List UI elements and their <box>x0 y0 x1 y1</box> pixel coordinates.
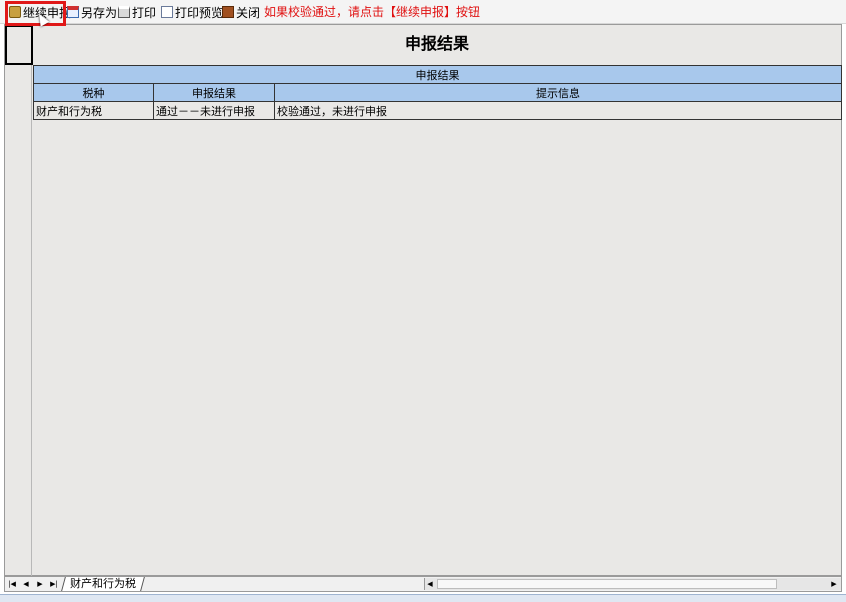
save-as-button[interactable]: 另存为 <box>67 4 117 20</box>
toolbar: 继续申报 另存为 打印 打印预览 关闭 如果校验通过，请点击【继续申报】按钮 <box>0 0 846 24</box>
close-door-icon <box>222 6 234 18</box>
prev-sheet-icon[interactable]: ◀ <box>20 578 32 590</box>
scrollbar-thumb[interactable] <box>437 579 777 589</box>
close-label: 关闭 <box>236 5 261 20</box>
column-header-tax-type: 税种 <box>33 83 154 102</box>
row-header-column <box>4 24 32 576</box>
toolbar-hint-text: 如果校验通过，请点击【继续申报】按钮 <box>264 5 481 19</box>
next-sheet-icon[interactable]: ▶ <box>34 578 46 590</box>
select-all-corner[interactable] <box>5 25 33 65</box>
save-as-label: 另存为 <box>81 5 118 20</box>
scroll-right-icon[interactable]: ▶ <box>828 578 840 590</box>
status-strip <box>0 594 846 602</box>
column-header-result: 申报结果 <box>153 83 275 102</box>
printer-icon <box>118 6 130 18</box>
sheet-tab-property-tax[interactable]: 财产和行为税 <box>61 577 145 591</box>
print-button[interactable]: 打印 <box>118 4 156 20</box>
group-header-cell: 申报结果 <box>32 65 843 84</box>
print-preview-button[interactable]: 打印预览 <box>161 4 223 20</box>
scroll-left-icon[interactable]: ◀ <box>424 578 436 590</box>
print-preview-label: 打印预览 <box>175 5 224 20</box>
report-title: 申报结果 <box>404 34 469 53</box>
last-sheet-icon[interactable]: ▶| <box>48 578 60 590</box>
save-as-icon <box>67 6 79 18</box>
first-sheet-icon[interactable]: |◀ <box>6 578 18 590</box>
table-row: 财产和行为税 通过－－未进行申报 校验通过，未进行申报 <box>33 101 843 120</box>
cell-message[interactable]: 校验通过，未进行申报 <box>273 101 843 120</box>
result-table: 申报结果 税种 申报结果 提示信息 财产和行为税 通过－－未进行申报 校验通过，… <box>32 65 843 120</box>
column-header-message: 提示信息 <box>273 83 843 102</box>
cell-tax-type[interactable]: 财产和行为税 <box>33 101 154 120</box>
close-button[interactable]: 关闭 <box>222 4 260 20</box>
print-label: 打印 <box>132 5 157 20</box>
highlight-box <box>5 1 66 26</box>
print-preview-icon <box>161 6 173 18</box>
sheet-tab-label: 财产和行为税 <box>70 577 136 590</box>
cell-result[interactable]: 通过－－未进行申报 <box>153 101 275 120</box>
